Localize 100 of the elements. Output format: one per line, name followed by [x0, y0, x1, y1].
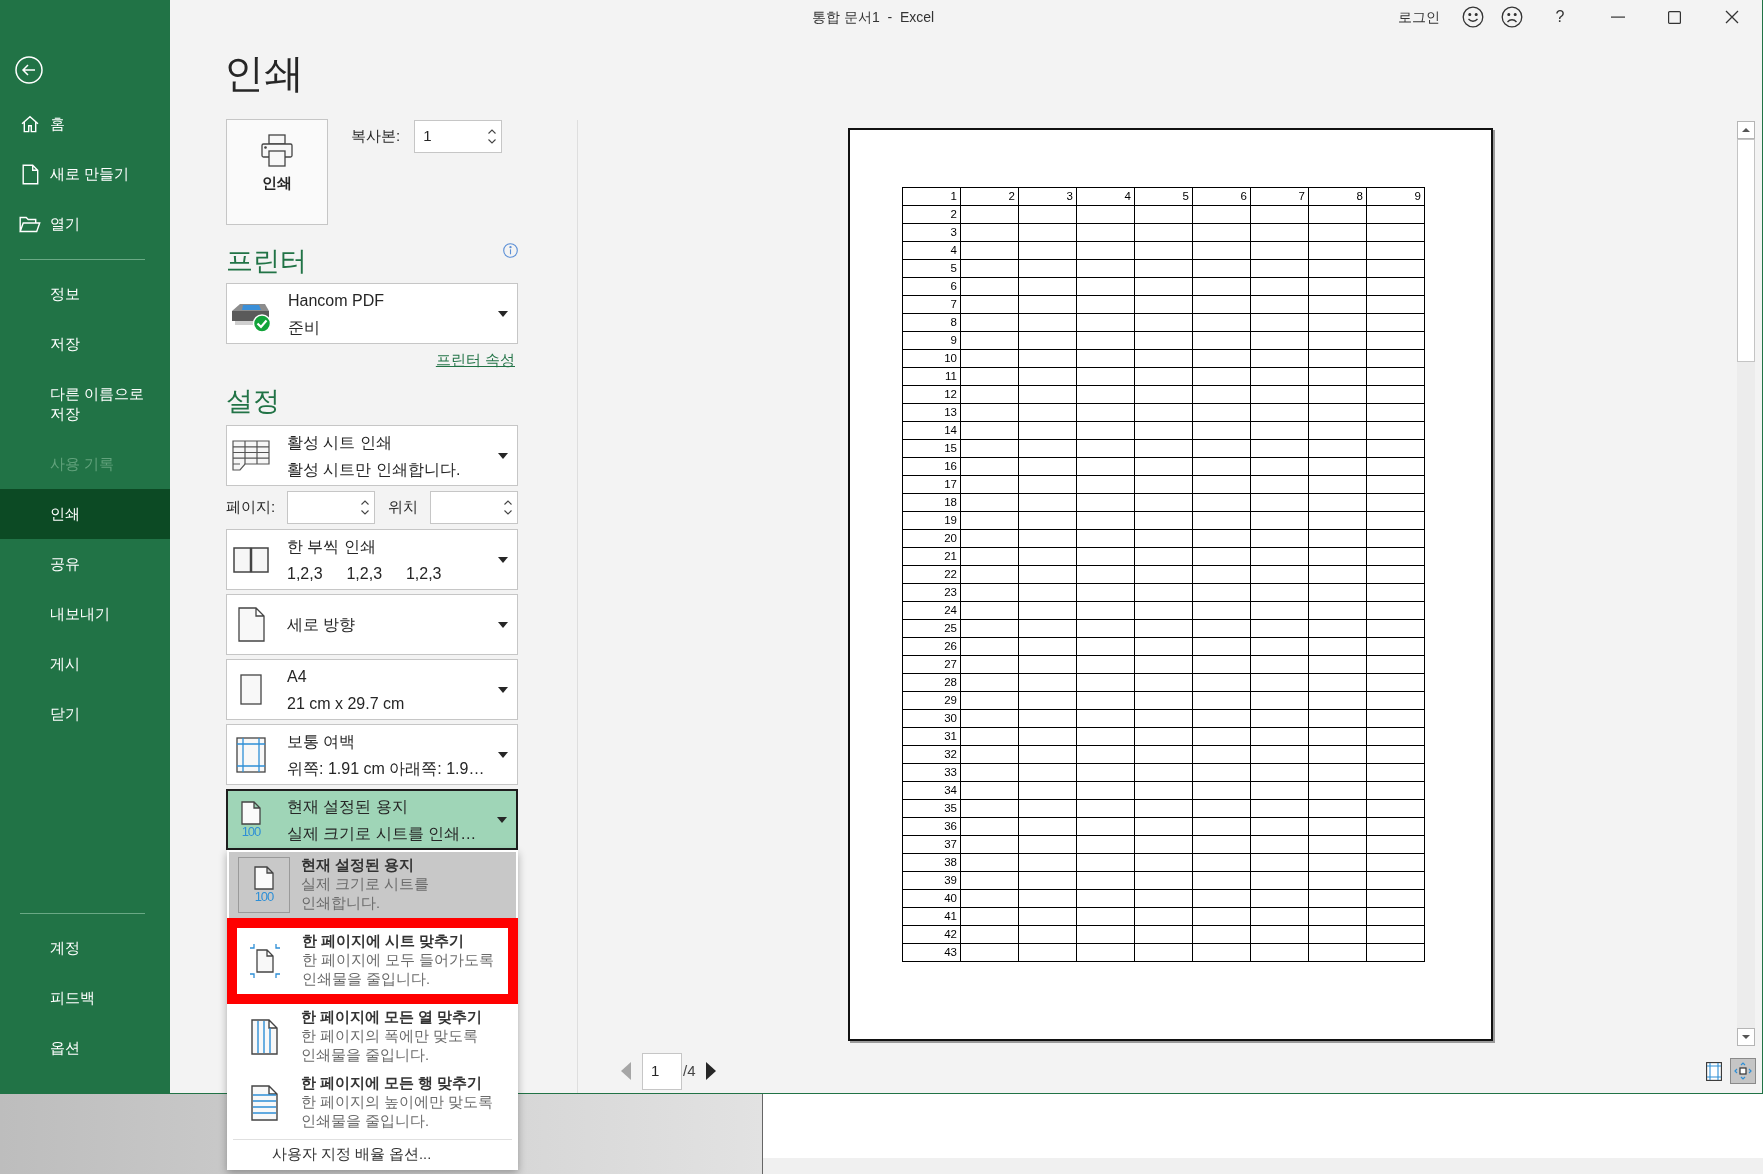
page-to-field[interactable]	[430, 491, 518, 524]
paper-icon	[240, 674, 262, 705]
chevron-down-icon[interactable]	[504, 510, 512, 515]
printer-icon	[260, 134, 294, 167]
home-icon	[20, 114, 40, 134]
nav-item[interactable]: 정보	[0, 269, 170, 319]
nav-item[interactable]: 공유	[0, 539, 170, 589]
printer-dropdown[interactable]: Hancom PDF 준비	[226, 283, 518, 344]
page-total-label: /4	[683, 1060, 696, 1081]
scroll-up-icon[interactable]	[1737, 121, 1755, 139]
caret-icon	[498, 310, 508, 317]
table-cell-text: 4	[949, 243, 958, 258]
nav-item[interactable]: 옵션	[0, 1023, 170, 1073]
sign-in-link[interactable]: 로그인	[1391, 0, 1447, 34]
maximize-icon[interactable]	[1667, 10, 1681, 24]
nav-item[interactable]: 열기	[0, 199, 170, 249]
settings-heading: 설정	[226, 385, 280, 418]
nav-item[interactable]: 계정	[0, 923, 170, 973]
chevron-up-icon[interactable]	[504, 500, 512, 505]
nav-item[interactable]: 홈	[0, 99, 170, 149]
table-cell-text: 3	[1065, 189, 1074, 204]
table-cell-text: 9	[949, 333, 958, 348]
chevron-up-icon[interactable]	[361, 500, 369, 505]
menu-item[interactable]: 100 현재 설정된 용지 실제 크기로 시트를 인쇄합니다.	[229, 852, 516, 918]
fit-page-icon	[249, 942, 281, 979]
table-cell-text: 15	[943, 441, 958, 456]
setting-dropdown[interactable]: 한 부씩 인쇄 1,2,3 1,2,3 1,2,3	[226, 529, 518, 590]
nav-item[interactable]: 게시	[0, 639, 170, 689]
table-cell-text: 2	[949, 207, 958, 222]
portrait-page-icon	[237, 607, 265, 642]
table-cell-text: 28	[943, 675, 958, 690]
table-cell-text: 6	[1239, 189, 1248, 204]
nav-item[interactable]: 내보내기	[0, 589, 170, 639]
print-button[interactable]: 인쇄	[226, 119, 328, 225]
nav-item[interactable]: 닫기	[0, 689, 170, 739]
table-cell-text: 41	[943, 909, 958, 924]
nav-item[interactable]: 피드백	[0, 973, 170, 1023]
table-cell-text: 32	[943, 747, 958, 762]
table-cell-text: 20	[943, 531, 958, 546]
table-cell-text: 5	[1181, 189, 1190, 204]
pages-from-label: 페이지:	[226, 497, 277, 518]
pages-to-label: 위치	[388, 497, 418, 518]
table-cell-text: 31	[943, 729, 958, 744]
setting-dropdown[interactable]: 100 현재 설정된 용지 실제 크기로 시트를 인쇄…	[226, 789, 518, 850]
setting-dropdown[interactable]: 보통 여백 위쪽: 1.91 cm 아래쪽: 1.9…	[226, 724, 518, 785]
nav-item[interactable]: 새로 만들기	[0, 149, 170, 199]
table-cell-text: 38	[943, 855, 958, 870]
nav-item[interactable]: 다른 이름으로 저장	[0, 369, 170, 439]
info-icon[interactable]	[503, 243, 518, 258]
column-stripes-icon	[250, 1018, 278, 1055]
table-cell-text: 22	[943, 567, 958, 582]
scrollbar-thumb[interactable]	[1737, 139, 1755, 362]
view-toggle-button[interactable]	[1730, 1058, 1756, 1084]
smiley-icon[interactable]	[1462, 6, 1484, 28]
fit-to-page-icon	[1734, 1062, 1752, 1080]
table-cell-text: 35	[943, 801, 958, 816]
table-cell-text: 13	[943, 405, 958, 420]
table-cell-text: 10	[943, 351, 958, 366]
page-icon	[241, 800, 261, 825]
table-cell-text: 14	[943, 423, 958, 438]
page-from-field[interactable]	[287, 491, 375, 524]
table-cell-text: 23	[943, 585, 958, 600]
help-button[interactable]: ?	[1540, 0, 1580, 34]
document-icon	[21, 163, 39, 185]
menu-item[interactable]: 한 페이지에 시트 맞추기 한 페이지에 모두 들어가도록 인쇄물을 줄입니다.	[227, 918, 518, 1004]
chevron-down-icon[interactable]	[488, 139, 497, 144]
printer-properties-link[interactable]: 프린터 속성	[435, 350, 515, 370]
margins-view-icon	[1706, 1061, 1722, 1081]
custom-scaling-option[interactable]: 사용자 지정 배율 옵션...	[227, 1140, 518, 1170]
setting-dropdown[interactable]: 활성 시트 인쇄 활성 시트만 인쇄합니다.	[226, 425, 518, 486]
table-cell-text: 9	[1413, 189, 1422, 204]
margins-page-icon	[236, 736, 266, 773]
table-cell-text: 18	[943, 495, 958, 510]
scroll-down-icon[interactable]	[1737, 1028, 1755, 1046]
sheet-grid-icon	[232, 439, 270, 472]
chevron-down-icon[interactable]	[361, 510, 369, 515]
table-cell-text: 5	[949, 261, 958, 276]
copies-field[interactable]: 1	[414, 120, 503, 153]
nav-item[interactable]: 저장	[0, 319, 170, 369]
table-cell-text: 19	[943, 513, 958, 528]
chevron-up-icon[interactable]	[488, 129, 497, 134]
setting-dropdown[interactable]: A4 21 cm x 29.7 cm	[226, 659, 518, 720]
table-cell-text: 1	[949, 189, 958, 204]
folder-icon	[19, 215, 41, 233]
caret-icon	[498, 686, 508, 693]
table-cell-text: 7	[949, 297, 958, 312]
caret-icon	[498, 751, 508, 758]
caret-icon	[498, 452, 508, 459]
nav-item[interactable]: 인쇄	[0, 489, 170, 539]
table-cell-text: 34	[943, 783, 958, 798]
table-cell-text: 27	[943, 657, 958, 672]
page-number-field[interactable]: 1	[642, 1052, 682, 1090]
table-cell-text: 43	[943, 945, 958, 960]
table-cell-text: 11	[944, 369, 958, 384]
setting-dropdown[interactable]: 세로 방향	[226, 594, 518, 655]
next-arrow-icon[interactable]	[705, 1062, 716, 1080]
table-cell-text: 16	[943, 459, 958, 474]
close-icon[interactable]	[1725, 10, 1739, 24]
two-pages-icon	[233, 546, 269, 573]
frown-icon[interactable]	[1501, 6, 1523, 28]
